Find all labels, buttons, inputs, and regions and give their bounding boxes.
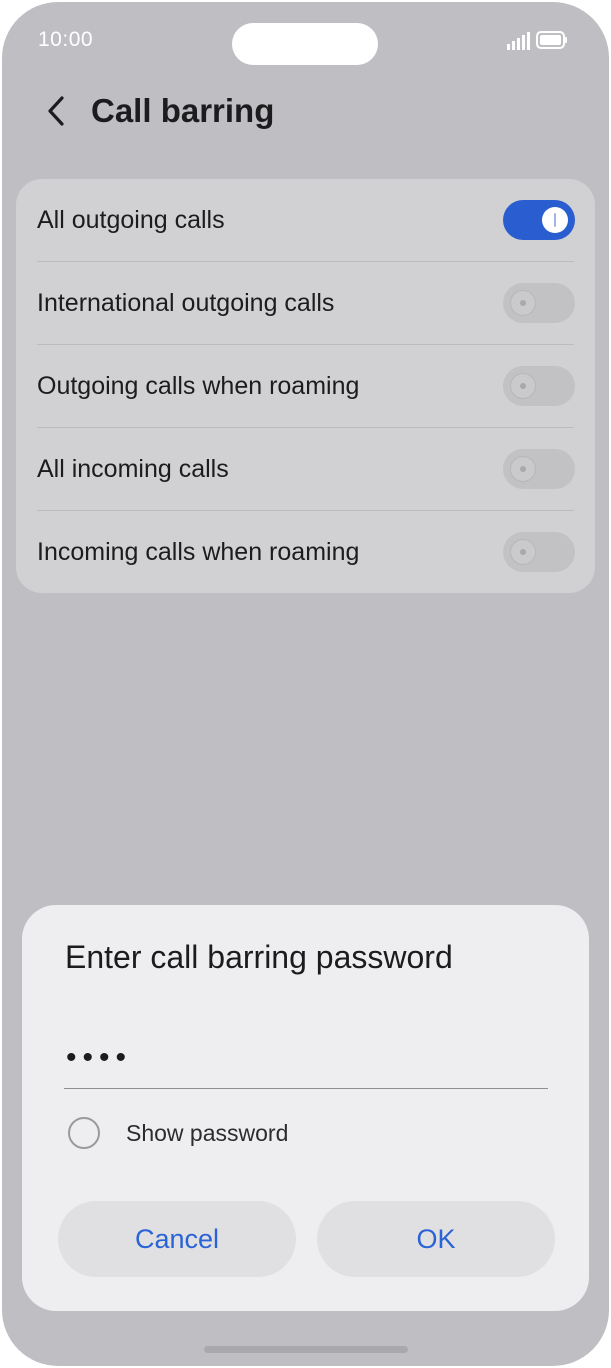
toggle-knob xyxy=(510,290,536,316)
toggle-outgoing-roaming[interactable] xyxy=(503,366,575,406)
password-input[interactable]: •••• xyxy=(64,1027,548,1089)
cancel-button[interactable]: Cancel xyxy=(58,1201,296,1277)
ok-button[interactable]: OK xyxy=(317,1201,555,1277)
phone-screen: 10:00 Call barring All outgoing calls In… xyxy=(2,2,609,1366)
setting-label: Outgoing calls when roaming xyxy=(37,372,360,400)
show-password-checkbox[interactable] xyxy=(68,1117,100,1149)
home-indicator[interactable] xyxy=(204,1346,408,1353)
status-time: 10:00 xyxy=(38,28,94,51)
back-arrow-icon xyxy=(48,96,64,126)
dialog-title: Enter call barring password xyxy=(65,939,453,975)
setting-row-all-outgoing[interactable]: All outgoing calls xyxy=(16,179,595,262)
setting-label: All incoming calls xyxy=(37,455,229,483)
setting-label: All outgoing calls xyxy=(37,206,225,234)
toggle-international-outgoing[interactable] xyxy=(503,283,575,323)
show-password-option[interactable]: Show password xyxy=(64,1113,288,1153)
header: Call barring xyxy=(2,82,609,142)
toggle-knob xyxy=(542,207,568,233)
toggle-all-incoming[interactable] xyxy=(503,449,575,489)
setting-label: International outgoing calls xyxy=(37,289,335,317)
show-password-label: Show password xyxy=(126,1119,289,1146)
toggle-knob xyxy=(510,539,536,565)
toggle-incoming-roaming[interactable] xyxy=(503,532,575,572)
password-dialog: Enter call barring password •••• Show pa… xyxy=(22,905,589,1311)
camera-notch xyxy=(232,23,378,65)
setting-row-international-outgoing[interactable]: International outgoing calls xyxy=(16,262,595,345)
setting-label: Incoming calls when roaming xyxy=(37,538,360,566)
page-title: Call barring xyxy=(91,92,275,129)
toggle-all-outgoing[interactable] xyxy=(503,200,575,240)
toggle-knob xyxy=(510,456,536,482)
setting-row-outgoing-roaming[interactable]: Outgoing calls when roaming xyxy=(16,345,595,428)
setting-row-incoming-roaming[interactable]: Incoming calls when roaming xyxy=(16,511,595,594)
signal-icon xyxy=(507,32,530,50)
back-button[interactable] xyxy=(36,90,78,132)
setting-row-all-incoming[interactable]: All incoming calls xyxy=(16,428,595,511)
toggle-knob xyxy=(510,373,536,399)
battery-icon xyxy=(536,31,567,49)
call-barring-settings-list: All outgoing calls International outgoin… xyxy=(16,179,595,593)
